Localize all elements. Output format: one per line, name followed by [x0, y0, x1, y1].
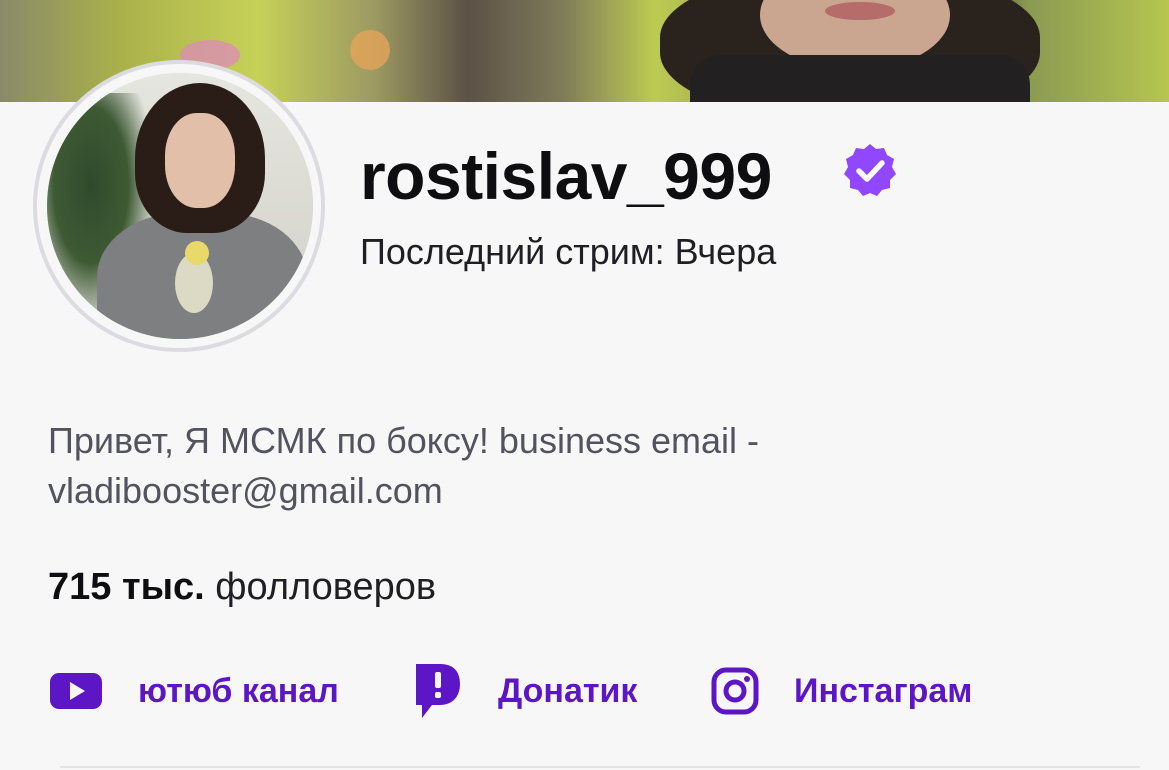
avatar[interactable]	[47, 73, 313, 339]
followers-number: 715 тыс.	[48, 566, 205, 608]
social-link-youtube[interactable]: ютюб канал	[48, 660, 339, 722]
social-link-instagram[interactable]: Инстаграм	[710, 660, 972, 722]
followers-label: фолловеров	[215, 566, 437, 608]
social-link-label: Инстаграм	[794, 671, 973, 710]
channel-bio: Привет, Я МСМК по боксу! business email …	[48, 420, 760, 511]
social-link-donatik[interactable]: Донатик	[410, 660, 637, 722]
instagram-icon	[711, 667, 759, 715]
divider	[60, 766, 1140, 768]
channel-username: rostislav_999	[360, 139, 772, 213]
verified-badge-icon[interactable]	[842, 142, 898, 198]
followers-count: 715 тыс. фолловеров	[48, 562, 436, 612]
social-link-label: ютюб канал	[138, 671, 339, 710]
social-link-label: Донатик	[498, 671, 638, 710]
social-links: ютюб канал Донатик Инстаграм	[48, 660, 1128, 722]
last-stream-text: Последний стрим: Вчера	[360, 231, 777, 272]
youtube-icon	[50, 673, 102, 709]
donation-alerts-icon	[416, 664, 460, 718]
